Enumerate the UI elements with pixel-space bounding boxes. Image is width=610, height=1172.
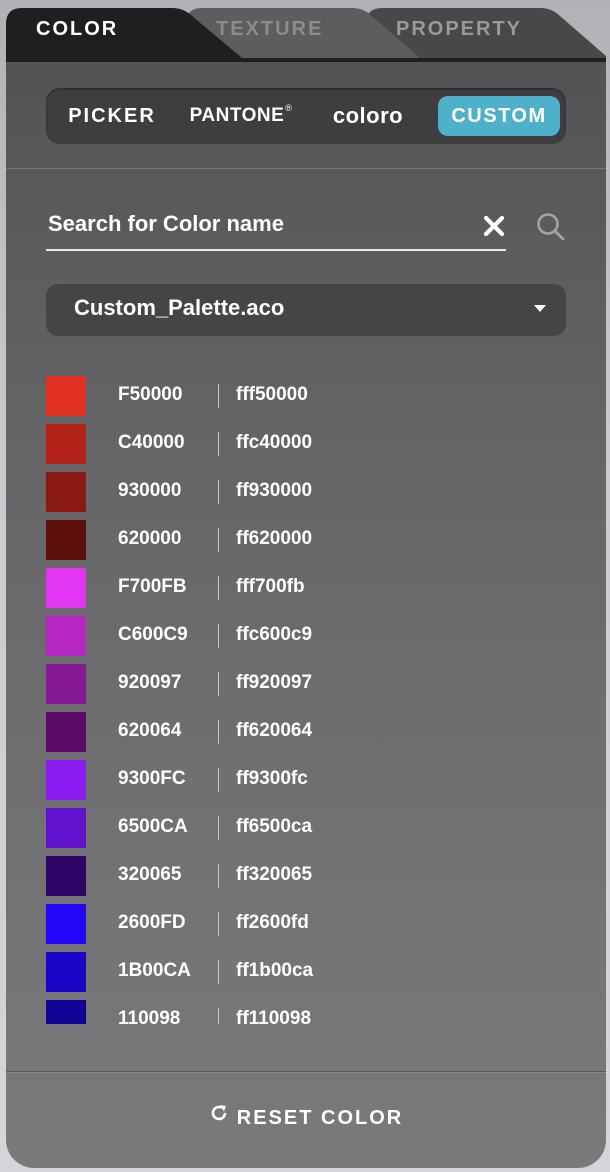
color-hex: fff50000: [236, 384, 308, 405]
color-row-separator: [218, 480, 219, 504]
color-hex: ff2600fd: [236, 912, 309, 933]
pantone-label: PANTONE: [189, 105, 285, 126]
color-row[interactable]: 930000 ff930000: [6, 466, 606, 514]
color-code: 930000: [118, 480, 182, 501]
close-icon[interactable]: [480, 212, 508, 240]
search-underline: [46, 249, 506, 251]
color-code: 9300FC: [118, 768, 186, 789]
color-code: F50000: [118, 384, 183, 405]
color-row[interactable]: 110098 ff110098: [6, 994, 606, 1024]
color-row-separator: [218, 432, 219, 456]
color-hex: ffc40000: [236, 432, 313, 453]
pantone-registered-mark: ®: [285, 103, 293, 113]
color-code: F700FB: [118, 576, 187, 597]
reset-color-label: RESET COLOR: [236, 1107, 404, 1129]
color-row[interactable]: 6500CA ff6500ca: [6, 802, 606, 850]
color-hex: ff110098: [236, 1008, 312, 1024]
color-swatch: [46, 760, 86, 800]
color-swatch: [46, 1000, 86, 1024]
color-row[interactable]: F700FB fff700fb: [6, 562, 606, 610]
color-row-separator: [218, 528, 219, 552]
color-code: 320065: [118, 864, 182, 885]
search-input[interactable]: [46, 204, 468, 244]
color-code: 110098: [118, 1008, 181, 1024]
color-hex: fff700fb: [236, 576, 305, 597]
color-row-separator: [218, 960, 219, 984]
mode-picker-button[interactable]: PICKER: [60, 96, 164, 136]
color-row-separator: [218, 768, 219, 792]
color-row-separator: [218, 912, 219, 936]
color-hex: ff9300fc: [236, 768, 308, 789]
color-panel: PICKER PANTONE® coloro CUSTOM Custom_Pal…: [6, 62, 606, 1168]
color-row-separator: [218, 1008, 219, 1024]
search-icon[interactable]: [534, 210, 568, 244]
color-code: 1B00CA: [118, 960, 191, 981]
color-swatch: [46, 568, 86, 608]
color-hex: ff620000: [236, 528, 313, 549]
reset-color-button[interactable]: RESET COLOR: [6, 1098, 606, 1138]
color-swatch: [46, 520, 86, 560]
color-hex: ff930000: [236, 480, 313, 501]
color-row[interactable]: 620000 ff620000: [6, 514, 606, 562]
color-row[interactable]: C40000 ffc40000: [6, 418, 606, 466]
refresh-icon: [209, 1097, 229, 1137]
color-row[interactable]: 2600FD ff2600fd: [6, 898, 606, 946]
color-row[interactable]: 9300FC ff9300fc: [6, 754, 606, 802]
color-code: 920097: [118, 672, 182, 693]
color-swatch: [46, 616, 86, 656]
color-row[interactable]: 620064 ff620064: [6, 706, 606, 754]
color-list: F50000 fff50000 C40000 ffc40000 930000 ff9300…: [6, 370, 606, 1024]
tab-bar: COLOR TEXTURE PROPERTY: [6, 0, 606, 66]
color-swatch: [46, 664, 86, 704]
color-row-separator: [218, 720, 219, 744]
color-hex: ffc600c9: [236, 624, 313, 645]
color-hex: ff6500ca: [236, 816, 313, 837]
color-hex: ff320065: [236, 864, 313, 885]
color-row-separator: [218, 864, 219, 888]
color-hex: ff620064: [236, 720, 313, 741]
color-swatch: [46, 904, 86, 944]
color-code: C40000: [118, 432, 185, 453]
palette-dropdown[interactable]: Custom_Palette.aco: [46, 284, 566, 336]
mode-segmented-control: PICKER PANTONE® coloro CUSTOM: [46, 88, 566, 144]
color-row[interactable]: F50000 fff50000: [6, 370, 606, 418]
color-swatch: [46, 808, 86, 848]
color-code: 6500CA: [118, 816, 188, 837]
color-swatch: [46, 856, 86, 896]
color-code: 620064: [118, 720, 182, 741]
color-swatch: [46, 952, 86, 992]
color-row[interactable]: 920097 ff920097: [6, 658, 606, 706]
palette-dropdown-value: Custom_Palette.aco: [74, 295, 285, 320]
tab-property[interactable]: PROPERTY: [396, 18, 522, 41]
mode-pantone-button[interactable]: PANTONE®: [176, 96, 306, 136]
mode-custom-button[interactable]: CUSTOM: [438, 96, 560, 136]
color-row-separator: [218, 672, 219, 696]
caret-down-icon: [534, 305, 546, 312]
tab-color[interactable]: COLOR: [36, 18, 118, 41]
section-divider: [6, 168, 606, 169]
color-swatch: [46, 712, 86, 752]
mode-coloro-button[interactable]: coloro: [314, 96, 422, 136]
color-swatch: [46, 376, 86, 416]
color-row[interactable]: 320065 ff320065: [6, 850, 606, 898]
color-code: 620000: [118, 528, 182, 549]
color-row[interactable]: C600C9 ffc600c9: [6, 610, 606, 658]
color-row-separator: [218, 576, 219, 600]
color-code: 2600FD: [118, 912, 186, 933]
color-code: C600C9: [118, 624, 188, 645]
color-row-separator: [218, 624, 219, 648]
color-swatch: [46, 424, 86, 464]
color-hex: ff1b00ca: [236, 960, 314, 981]
tab-texture[interactable]: TEXTURE: [216, 18, 323, 41]
color-row-separator: [218, 384, 219, 408]
color-hex: ff920097: [236, 672, 313, 693]
footer-divider: [6, 1072, 606, 1073]
color-row-separator: [218, 816, 219, 840]
color-row[interactable]: 1B00CA ff1b00ca: [6, 946, 606, 994]
color-swatch: [46, 472, 86, 512]
